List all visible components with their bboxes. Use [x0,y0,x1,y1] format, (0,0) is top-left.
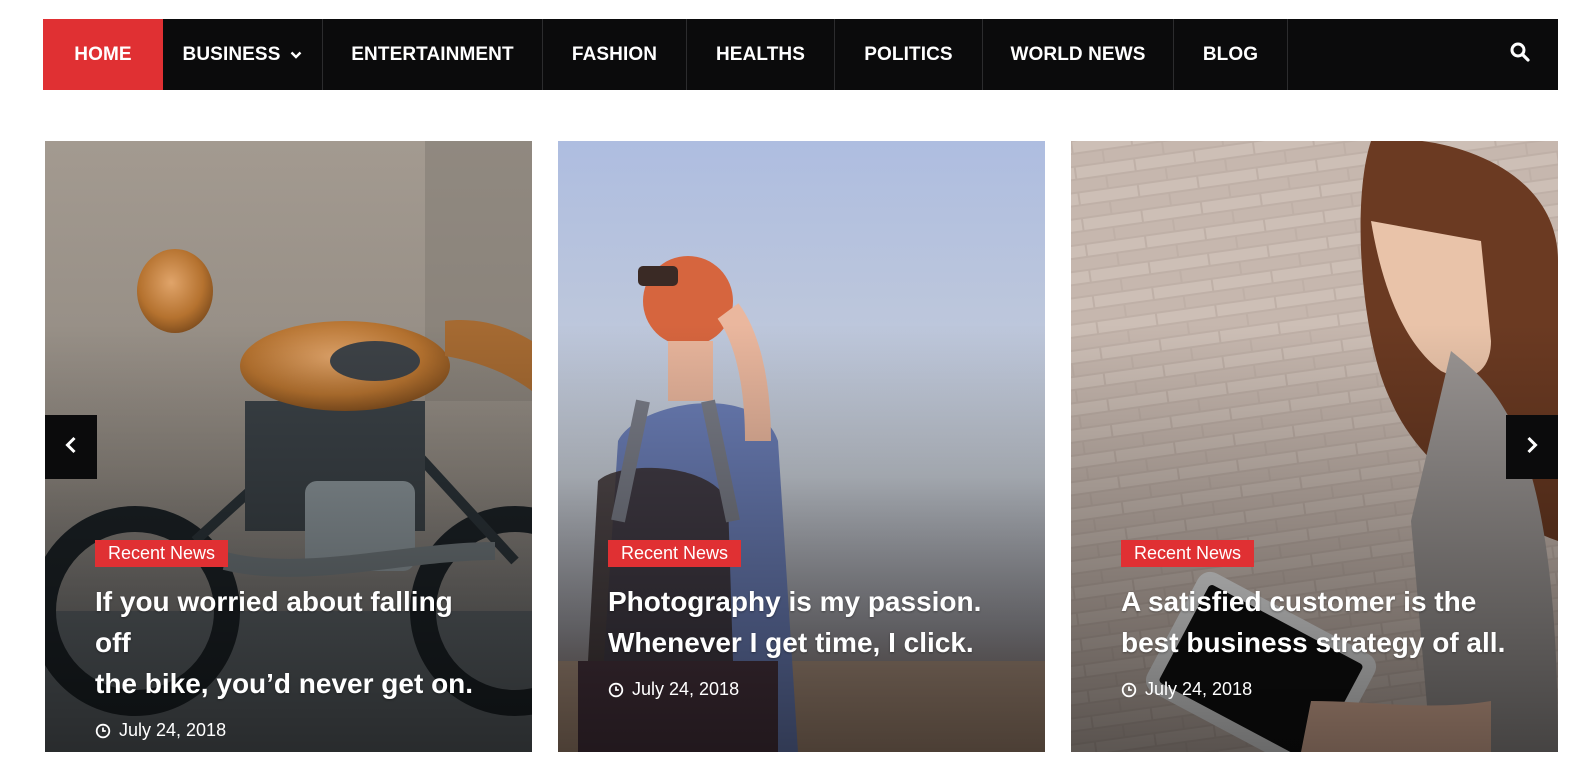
post-date-text: July 24, 2018 [119,720,227,740]
card-content: Recent News If you worried about falling… [95,540,492,741]
nav-item-home[interactable]: HOME [43,19,163,90]
card-title-line: best business strategy of all. [1121,627,1506,658]
chevron-down-icon [290,51,302,59]
post-date-text: July 24, 2018 [632,679,740,699]
nav-item-label: HEALTHS [715,43,805,65]
card-title-line: Photography is my passion. [608,586,982,617]
card-content: Recent News A satisfied customer is the … [1121,540,1518,700]
chevron-left-icon [64,436,78,459]
nav-item-blog[interactable]: BLOG [1174,19,1288,90]
clock-icon [1121,682,1137,698]
category-badge[interactable]: Recent News [95,540,229,567]
clock-icon [608,682,624,698]
card-title-line: the bike, you’d never get on. [95,668,474,699]
nav-item-fashion[interactable]: FASHION [543,19,687,90]
slider-next-button[interactable] [1506,415,1558,479]
nav-item-politics[interactable]: POLITICS [835,19,983,90]
nav-item-label: BUSINESS [182,43,281,65]
category-badge[interactable]: Recent News [608,540,742,567]
card-title-line: Whenever I get time, I click. [608,627,974,658]
nav-item-healths[interactable]: HEALTHS [687,19,835,90]
nav-item-label: FASHION [571,43,658,65]
category-badge[interactable]: Recent News [1121,540,1255,567]
card-title[interactable]: A satisfied customer is the best busines… [1121,581,1518,663]
nav-item-world-news[interactable]: WORLD NEWS [983,19,1174,90]
main-navigation: HOME BUSINESS ENTERTAINMENT FASHION HEAL… [43,19,1558,90]
nav-item-business[interactable]: BUSINESS [163,19,323,90]
card-title-line: If you worried about falling off [95,586,453,658]
card-title[interactable]: Photography is my passion. Whenever I ge… [608,581,1005,663]
slider-card[interactable]: Recent News If you worried about falling… [45,141,532,752]
post-date: July 24, 2018 [95,720,492,741]
nav-item-label: ENTERTAINMENT [351,43,514,65]
slider-prev-button[interactable] [45,415,97,479]
slider-card[interactable]: Recent News A satisfied customer is the … [1071,141,1558,752]
nav-item-label: HOME [74,43,132,65]
nav-item-label: WORLD NEWS [1010,43,1146,65]
post-date: July 24, 2018 [608,679,1005,700]
chevron-right-icon [1525,436,1539,459]
card-title-line: A satisfied customer is the [1121,586,1477,617]
nav-item-label: POLITICS [864,43,953,65]
search-icon [1510,42,1530,67]
card-title[interactable]: If you worried about falling off the bik… [95,581,492,704]
clock-icon [95,723,111,739]
nav-item-entertainment[interactable]: ENTERTAINMENT [323,19,543,90]
search-button[interactable] [1482,19,1558,90]
nav-item-label: BLOG [1202,43,1259,65]
card-content: Recent News Photography is my passion. W… [608,540,1005,700]
post-date: July 24, 2018 [1121,679,1518,700]
featured-slider: Recent News If you worried about falling… [45,141,1558,752]
post-date-text: July 24, 2018 [1145,679,1253,699]
slider-card[interactable]: Recent News Photography is my passion. W… [558,141,1045,752]
